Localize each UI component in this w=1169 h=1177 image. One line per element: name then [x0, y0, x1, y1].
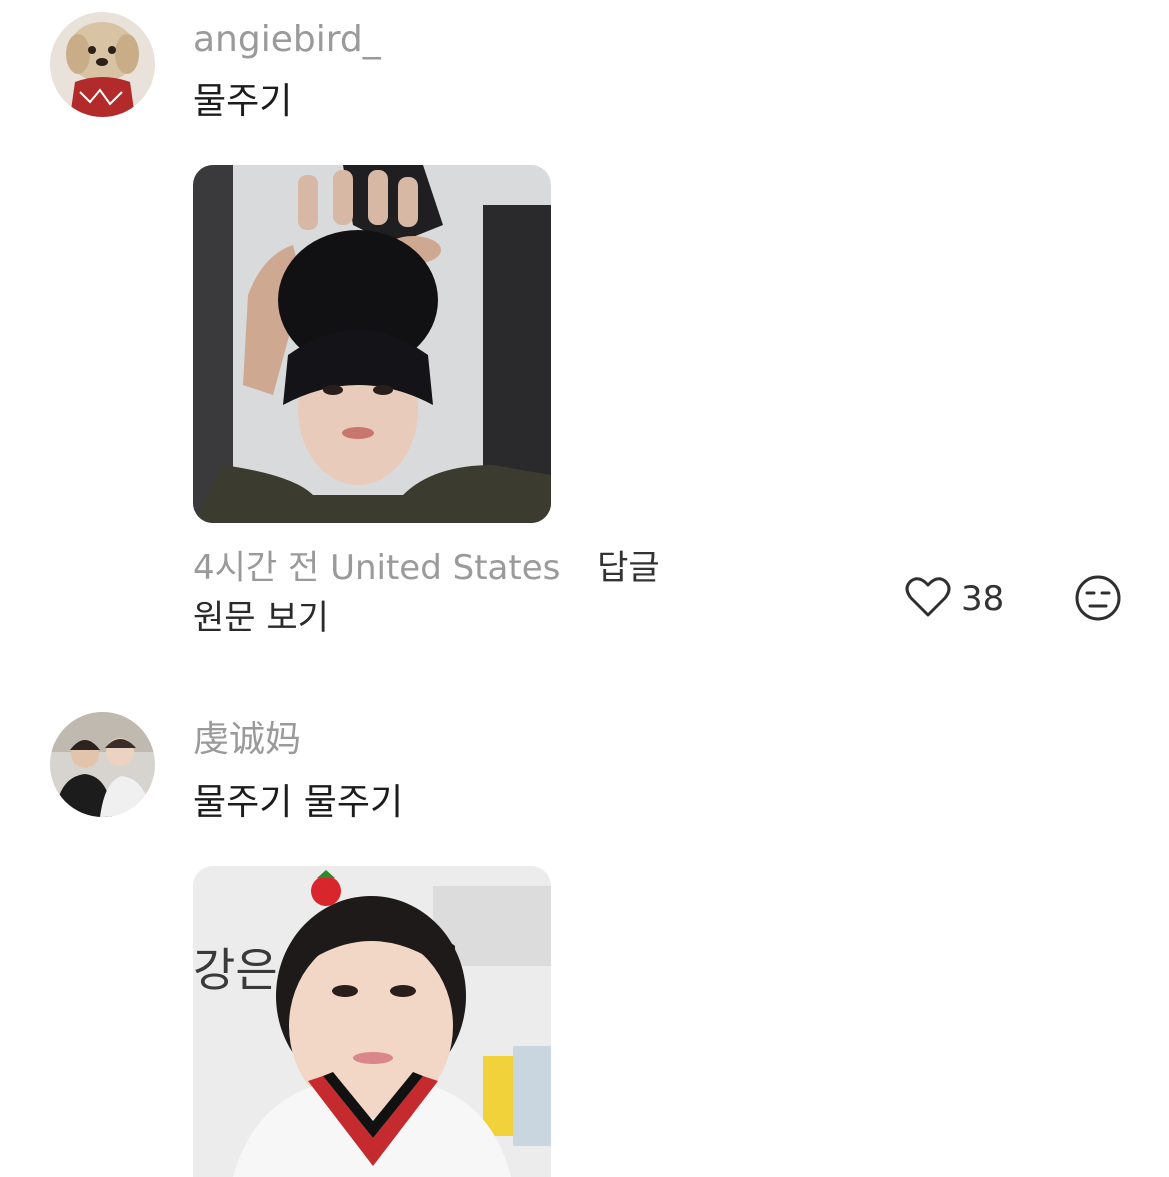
- heart-outline-icon: [905, 576, 951, 622]
- comment-text: 물주기 물주기: [193, 782, 404, 823]
- username[interactable]: angiebird_: [193, 20, 381, 60]
- comment-photo[interactable]: 강은: [193, 866, 551, 1177]
- comment-text: 물주기: [193, 81, 293, 122]
- user-avatar[interactable]: [50, 12, 155, 117]
- user-avatar[interactable]: [50, 712, 155, 817]
- comment-meta: 4시간 전 United States 답글: [193, 548, 660, 588]
- view-original-button[interactable]: 원문 보기: [193, 598, 329, 638]
- neutral-face-icon: [1074, 575, 1122, 626]
- username[interactable]: 虔诚妈: [193, 720, 301, 760]
- comment-photo[interactable]: [193, 165, 551, 523]
- reply-button[interactable]: 답글: [597, 548, 660, 588]
- comment-location: United States: [330, 548, 561, 588]
- like-count: 38: [961, 579, 1005, 619]
- svg-text:강은: 강은: [193, 943, 278, 997]
- comment-time: 4시간 전: [193, 548, 320, 588]
- like-button[interactable]: 38: [905, 576, 1004, 622]
- reaction-button[interactable]: [1074, 574, 1122, 622]
